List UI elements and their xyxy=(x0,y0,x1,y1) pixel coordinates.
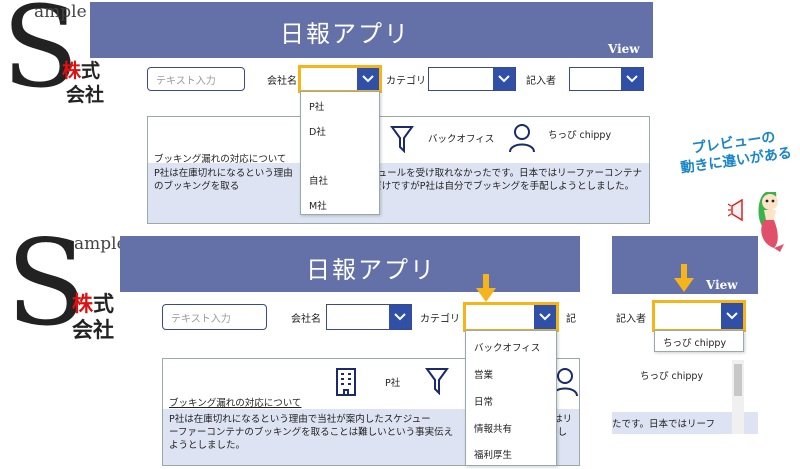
author-dropdown[interactable] xyxy=(569,67,644,91)
category-dropdown[interactable] xyxy=(428,67,516,91)
category-label: カテゴリ xyxy=(386,76,426,87)
company-logo: S ample 株式 会社 xyxy=(6,224,136,347)
filter-icon xyxy=(390,126,414,153)
top-screenshot: S ample 株式 会社 日報アプリ View テキスト入力 会社名 カテゴリ… xyxy=(0,0,655,228)
author-option[interactable]: ちっぴ chippy xyxy=(663,335,726,349)
company-option[interactable]: 自社 xyxy=(309,173,328,187)
logo-kabushiki: 株式 xyxy=(72,292,114,316)
author-label-cut: 記 xyxy=(566,314,576,325)
company-option[interactable]: P社 xyxy=(309,99,324,113)
filter-icon xyxy=(425,368,449,395)
record-category: バックオフィス xyxy=(428,134,495,145)
category-option[interactable]: 情報共有 xyxy=(474,421,512,435)
category-option[interactable]: 福利厚生 xyxy=(474,447,512,461)
chevron-down-icon[interactable] xyxy=(389,305,411,329)
app-header: 日報アプリ xyxy=(120,236,580,292)
record-company: P社 xyxy=(385,378,401,389)
category-option[interactable]: 日常 xyxy=(474,394,493,408)
record-author: ちっぴ chippy xyxy=(548,130,612,141)
view-label: View xyxy=(608,42,640,56)
record-subject: ブッキング漏れの対応について xyxy=(169,398,302,409)
company-option[interactable]: M社 xyxy=(309,198,327,212)
record-author: ちっぴ chippy xyxy=(640,371,704,382)
scrollbar-thumb[interactable] xyxy=(734,364,742,396)
record-body-fragment: たです。日本ではリーフ xyxy=(612,419,715,430)
search-input[interactable]: テキスト入力 xyxy=(147,67,245,91)
chevron-down-icon[interactable] xyxy=(493,68,515,90)
record-body: P社は在庫切れになるという理由 スケジュールを受け取れなかったです。日本ではリー… xyxy=(148,163,649,223)
author-dropdown-menu: ちっぴ chippy xyxy=(654,330,744,352)
category-dropdown-menu: バックオフィス 営業 日常 情報共有 福利厚生 xyxy=(465,330,557,466)
record-panel: バックオフィス ちっぴ chippy ブッキング漏れの対応について P社は在庫切… xyxy=(147,116,650,224)
company-label: 会社名 xyxy=(291,314,321,325)
category-option[interactable]: 営業 xyxy=(474,367,493,381)
author-preview-screenshot: View 記入者 ちっぴ chippy ちっぴ chippy たです。日本ではリ… xyxy=(612,236,758,434)
app-header: 日報アプリ View xyxy=(90,2,653,58)
chevron-down-icon[interactable] xyxy=(621,68,643,90)
category-dropdown[interactable] xyxy=(463,302,559,332)
user-icon xyxy=(509,124,535,153)
logo-kaisha: 会社 xyxy=(72,318,114,342)
preview-callout: プレビューの 動きに違いがある xyxy=(679,129,793,177)
chevron-down-icon[interactable] xyxy=(357,68,379,90)
company-dropdown-menu: P社 D社 自社 M社 xyxy=(300,91,380,215)
view-label: View xyxy=(706,278,738,292)
company-dropdown[interactable] xyxy=(326,304,412,330)
bottom-screenshot: S ample 株式 会社 日報アプリ テキスト入力 会社名 カテゴリ 記 P社 xyxy=(0,224,580,469)
company-option[interactable]: D社 xyxy=(309,124,326,138)
company-label: 会社名 xyxy=(267,76,297,87)
logo-ample: ample xyxy=(74,234,127,254)
search-input[interactable]: テキスト入力 xyxy=(162,304,267,330)
arrow-down-icon xyxy=(674,264,694,292)
chevron-down-icon[interactable] xyxy=(534,305,556,329)
category-option[interactable]: バックオフィス xyxy=(474,340,540,354)
app-title: 日報アプリ xyxy=(306,256,436,284)
author-dropdown[interactable] xyxy=(652,300,746,332)
chevron-down-icon[interactable] xyxy=(721,303,743,329)
arrow-down-icon xyxy=(476,274,496,302)
logo-ample: ample xyxy=(34,2,87,22)
app-title: 日報アプリ xyxy=(280,20,410,48)
category-label: カテゴリ xyxy=(420,314,460,325)
author-label: 記入者 xyxy=(526,76,556,87)
author-label: 記入者 xyxy=(616,314,646,325)
logo-kaisha: 会社 xyxy=(66,84,105,106)
logo-kabushiki: 株式 xyxy=(62,60,101,82)
scrollbar[interactable] xyxy=(732,360,744,434)
building-icon xyxy=(336,368,356,396)
